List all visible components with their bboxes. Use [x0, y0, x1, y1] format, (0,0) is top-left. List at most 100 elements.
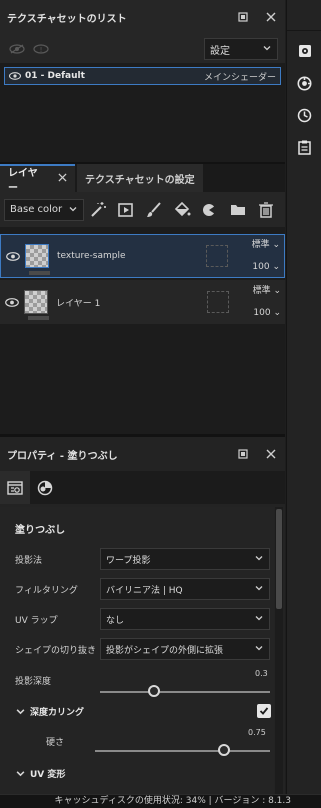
eye-icon[interactable] — [0, 297, 24, 307]
hardness-slider[interactable] — [95, 750, 270, 752]
log-icon[interactable] — [287, 131, 321, 163]
layers-toolbar: Base color — [0, 192, 285, 227]
main-area: テクスチャセットのリスト ! 設定 01 - Default メインシェーダー … — [0, 0, 285, 794]
close-icon[interactable] — [257, 0, 285, 34]
undock-icon[interactable] — [229, 437, 257, 471]
blend-mode[interactable]: 標準 — [252, 240, 270, 250]
folder-icon[interactable] — [224, 195, 252, 225]
depth-culling-chevron-icon[interactable] — [16, 707, 25, 719]
properties-panel: プロパティ - 塗りつぶし 塗りつぶし 投影法 ワープ投影 フィルタリング バイ… — [0, 437, 285, 794]
depth-culling-checkbox[interactable] — [257, 704, 271, 718]
layer-thumbnail-bar — [29, 271, 50, 275]
layer-row[interactable]: レイヤー 1 標準 ⌄ 100 ⌄ — [0, 280, 285, 324]
chevron-down-icon — [255, 614, 263, 625]
channel-dropdown-value: Base color — [10, 204, 63, 215]
undock-icon[interactable] — [229, 0, 257, 34]
tab-texture-set-settings[interactable]: テクスチャセットの設定 — [77, 164, 203, 192]
blend-mode[interactable]: 標準 — [253, 286, 271, 296]
eye-icon[interactable] — [1, 251, 25, 261]
panel-title: テクスチャセットのリスト — [7, 13, 127, 25]
shape-crop-row: シェイプの切り抜き 投影がシェイプの外側に拡張 — [0, 637, 274, 661]
layer-name[interactable]: レイヤー 1 — [48, 296, 207, 309]
scrollbar-thumb[interactable] — [276, 509, 282, 609]
mask-slot[interactable] — [206, 245, 228, 267]
brush-icon[interactable] — [140, 195, 168, 225]
texture-set-name: 01 - Default — [25, 71, 85, 81]
projection-dropdown[interactable]: ワープ投影 — [100, 548, 270, 570]
uv-transform-chevron-icon[interactable] — [16, 769, 25, 781]
layer-opacity[interactable]: 100 — [253, 308, 270, 318]
projection-depth-value[interactable]: 0.3 — [255, 669, 268, 678]
chevron-down-icon — [255, 584, 263, 595]
depth-culling-label[interactable]: 深度カリング — [30, 705, 84, 718]
layer-thumbnail-bar — [28, 316, 49, 320]
properties-body: 塗りつぶし 投影法 ワープ投影 フィルタリング バイリニア法 | HQ UV ラ… — [0, 507, 274, 794]
projection-depth-label: 投影深度 — [15, 677, 52, 687]
hardness-slider-handle[interactable] — [218, 744, 230, 756]
mask-slot[interactable] — [207, 291, 229, 313]
tab-texture-set-settings-label: テクスチャセットの設定 — [85, 174, 195, 186]
texture-set-list-header: テクスチャセットのリスト — [0, 0, 285, 34]
close-icon[interactable] — [257, 437, 285, 471]
material-tab-icon[interactable] — [30, 471, 60, 504]
texture-set-item[interactable]: 01 - Default メインシェーダー — [4, 67, 281, 85]
layer-row[interactable]: texture-sample 標準 ⌄ 100 ⌄ — [0, 234, 285, 278]
filtering-label: フィルタリング — [15, 585, 78, 596]
filtering-dropdown[interactable]: バイリニア法 | HQ — [100, 578, 270, 600]
svg-text:!: ! — [40, 46, 43, 54]
smart-material-icon[interactable] — [196, 195, 224, 225]
panel-title: プロパティ - 塗りつぶし — [7, 450, 118, 462]
layer-blend[interactable]: 標準 ⌄ 100 ⌄ — [236, 234, 284, 278]
section-title: 塗りつぶし — [15, 525, 66, 536]
fill-settings-tab-icon[interactable] — [0, 471, 30, 504]
trash-icon[interactable] — [252, 195, 280, 225]
uv-wrap-dropdown[interactable]: なし — [100, 608, 270, 630]
uv-transform-label[interactable]: UV 変形 — [30, 767, 65, 780]
magic-wand-icon[interactable] — [84, 195, 112, 225]
history-icon[interactable] — [287, 99, 321, 131]
uv-wrap-value: なし — [106, 615, 125, 626]
tab-layers[interactable]: レイヤー — [0, 164, 75, 194]
status-text: キャッシュディスクの使用状況: 34% | バージョン : 8.1.3 — [54, 796, 292, 806]
chevron-down-icon: ⌄ — [273, 308, 281, 318]
layer-thumbnail[interactable] — [25, 244, 49, 268]
chevron-down-icon: ⌄ — [273, 286, 281, 296]
mask-icon[interactable] — [112, 195, 140, 225]
close-icon[interactable] — [58, 173, 67, 185]
settings-dropdown[interactable]: 設定 — [204, 38, 278, 60]
chevron-down-icon — [263, 44, 271, 55]
filtering-row: フィルタリング バイリニア法 | HQ — [0, 577, 274, 601]
texture-set-shader[interactable]: メインシェーダー — [204, 70, 280, 83]
layer-blend[interactable]: 標準 ⌄ 100 ⌄ — [237, 280, 285, 324]
visibility-toggle-icon[interactable] — [5, 43, 29, 54]
hardness-label: 硬さ — [46, 738, 65, 748]
layer-name[interactable]: texture-sample — [49, 251, 206, 261]
texture-set-settings-icon[interactable] — [287, 35, 321, 67]
fill-bucket-icon[interactable] — [168, 195, 196, 225]
properties-scrollbar[interactable] — [275, 507, 283, 794]
status-bar: キャッシュディスクの使用状況: 34% | バージョン : 8.1.3 — [0, 794, 321, 808]
shape-crop-value: 投影がシェイプの外側に拡張 — [106, 645, 224, 656]
tab-layers-label: レイヤー — [8, 168, 38, 194]
layer-thumbnail[interactable] — [24, 290, 48, 314]
projection-depth-slider-handle[interactable] — [148, 685, 160, 697]
rail-header — [287, 0, 321, 31]
eye-icon[interactable] — [5, 72, 21, 80]
settings-dropdown-value: 設定 — [210, 45, 230, 57]
shape-crop-dropdown[interactable]: 投影がシェイプの外側に拡張 — [100, 638, 270, 660]
hardness-value[interactable]: 0.75 — [248, 728, 266, 737]
projection-value: ワープ投影 — [106, 555, 151, 566]
projection-depth-slider[interactable] — [100, 691, 270, 693]
shape-crop-label: シェイプの切り抜き — [15, 645, 97, 656]
chevron-down-icon — [255, 644, 263, 655]
chevron-down-icon — [69, 205, 77, 216]
chevron-down-icon — [255, 554, 263, 565]
uv-wrap-label: UV ラップ — [15, 615, 58, 626]
layer-opacity[interactable]: 100 — [252, 262, 269, 272]
display-settings-icon[interactable] — [287, 67, 321, 99]
chevron-down-icon: ⌄ — [272, 240, 280, 250]
solo-icon[interactable]: ! — [29, 43, 53, 54]
channel-dropdown[interactable]: Base color — [4, 198, 84, 221]
properties-tabbar — [0, 471, 285, 504]
chevron-down-icon: ⌄ — [272, 262, 280, 272]
